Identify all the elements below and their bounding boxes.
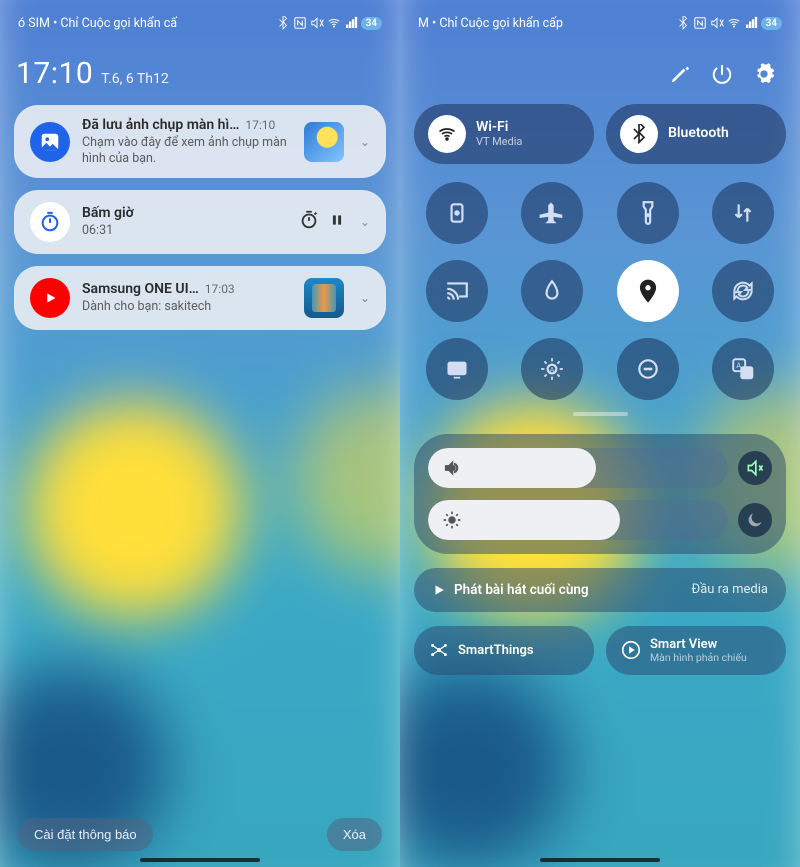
notif-subtitle: Chạm vào đây để xem ảnh chụp màn hình củ… <box>82 135 292 166</box>
brightness-icon <box>442 510 462 530</box>
status-icons: 34 <box>676 16 782 30</box>
stopwatch-app-icon <box>30 202 70 242</box>
sync-tile[interactable] <box>712 260 774 322</box>
dark-mode-toggle[interactable] <box>738 503 772 537</box>
bluetooth-icon <box>676 16 690 30</box>
dnd-tile[interactable] <box>617 338 679 400</box>
pause-button[interactable] <box>330 209 344 235</box>
battery-badge: 34 <box>761 17 782 30</box>
media-controls[interactable]: Phát bài hát cuối cùng Đầu ra media <box>414 568 786 612</box>
dex-tile[interactable]: DeX <box>426 338 488 400</box>
data-transfer-tile[interactable] <box>712 182 774 244</box>
quick-settings-panel: M • Chỉ Cuộc gọi khẩn cấp 34 Wi-Fi VT Me… <box>400 0 800 867</box>
battery-badge: 34 <box>361 17 382 30</box>
clock-row: 17:10 T.6, 6 Th12 <box>16 56 384 91</box>
translate-tile[interactable]: A <box>712 338 774 400</box>
notif-title: Bấm giờ <box>82 205 286 221</box>
smartview-sub: Màn hình phản chiếu <box>650 652 747 664</box>
nfc-icon <box>693 16 707 30</box>
chevron-down-icon[interactable]: ⌄ <box>356 215 370 229</box>
mute-toggle[interactable] <box>738 451 772 485</box>
mute-icon <box>710 16 724 30</box>
rotation-lock-tile[interactable] <box>426 182 488 244</box>
media-output-button[interactable]: Đầu ra media <box>692 582 769 597</box>
settings-button[interactable] <box>746 56 782 92</box>
date: T.6, 6 Th12 <box>101 71 169 87</box>
play-icon <box>432 583 446 597</box>
smartview-button[interactable]: Smart View Màn hình phản chiếu <box>606 626 786 676</box>
svg-text:A: A <box>550 366 555 374</box>
smartthings-icon <box>428 639 450 661</box>
stopwatch-icon[interactable] <box>298 209 320 235</box>
airplane-tile[interactable] <box>521 182 583 244</box>
notification-youtube[interactable]: Samsung ONE UI… 17:03 Dành cho bạn: saki… <box>14 266 386 330</box>
cast-tile[interactable] <box>426 260 488 322</box>
brightness-slider[interactable] <box>428 500 728 540</box>
wifi-network: VT Media <box>476 136 522 148</box>
notification-settings-button[interactable]: Cài đặt thông báo <box>18 818 153 851</box>
media-play-label: Phát bài hát cuối cùng <box>454 582 589 598</box>
chevron-down-icon[interactable]: ⌄ <box>356 291 370 305</box>
home-indicator[interactable] <box>540 858 660 863</box>
notif-subtitle: 06:31 <box>82 223 286 239</box>
wifi-label: Wi-Fi <box>476 120 522 135</box>
notification-screenshot[interactable]: Đã lưu ảnh chụp màn hì… 17:10 Chạm vào đ… <box>14 105 386 178</box>
video-thumb[interactable] <box>304 278 344 318</box>
notif-time: 17:03 <box>205 282 235 296</box>
bluetooth-label: Bluetooth <box>668 126 729 141</box>
youtube-icon <box>30 278 70 318</box>
smartview-label: Smart View <box>650 638 747 652</box>
svg-text:A: A <box>736 361 741 370</box>
nfc-icon <box>293 16 307 30</box>
edit-button[interactable] <box>662 56 698 92</box>
wifi-icon <box>428 115 466 153</box>
status-icons: 34 <box>276 16 382 30</box>
grid-drag-handle[interactable] <box>573 412 628 416</box>
clear-button[interactable]: Xóa <box>327 818 382 851</box>
volume-slider[interactable] <box>428 448 728 488</box>
status-left-text: ó SIM • Chỉ Cuộc gọi khẩn cấ <box>18 16 177 31</box>
home-indicator[interactable] <box>140 858 260 863</box>
smartview-icon <box>620 639 642 661</box>
wifi-toggle[interactable]: Wi-Fi VT Media <box>414 104 594 164</box>
bluetooth-icon <box>620 115 658 153</box>
status-bar: M • Chỉ Cuộc gọi khẩn cấp 34 <box>414 8 786 38</box>
wifi-icon <box>727 16 741 30</box>
svg-text:DeX: DeX <box>451 365 463 373</box>
notif-title: Samsung ONE UI… <box>82 281 199 297</box>
bluetooth-toggle[interactable]: Bluetooth <box>606 104 786 164</box>
sliders <box>414 434 786 554</box>
volume-icon <box>442 458 462 478</box>
auto-brightness-tile[interactable]: A <box>521 338 583 400</box>
gallery-icon <box>30 122 70 162</box>
status-left-text: M • Chỉ Cuộc gọi khẩn cấp <box>418 16 563 31</box>
notif-title: Đã lưu ảnh chụp màn hì… <box>82 117 239 133</box>
battery-saver-tile[interactable] <box>521 260 583 322</box>
clock: 17:10 <box>16 56 93 91</box>
notif-subtitle: Dành cho bạn: sakitech <box>82 299 292 315</box>
notif-time: 17:10 <box>245 118 275 132</box>
smartthings-button[interactable]: SmartThings <box>414 626 594 676</box>
screenshot-thumb[interactable] <box>304 122 344 162</box>
mute-icon <box>310 16 324 30</box>
bluetooth-icon <box>276 16 290 30</box>
qs-tile-grid: DeX A A <box>414 182 786 400</box>
flashlight-tile[interactable] <box>617 182 679 244</box>
chevron-down-icon[interactable]: ⌄ <box>356 135 370 149</box>
location-tile[interactable] <box>617 260 679 322</box>
wifi-icon <box>327 16 341 30</box>
notification-panel: ó SIM • Chỉ Cuộc gọi khẩn cấ 34 17:10 T.… <box>0 0 400 867</box>
signal-icon <box>344 16 358 30</box>
status-bar: ó SIM • Chỉ Cuộc gọi khẩn cấ 34 <box>14 8 386 38</box>
signal-icon <box>744 16 758 30</box>
power-button[interactable] <box>704 56 740 92</box>
notification-timer[interactable]: Bấm giờ 06:31 ⌄ <box>14 190 386 254</box>
smartthings-label: SmartThings <box>458 643 534 658</box>
